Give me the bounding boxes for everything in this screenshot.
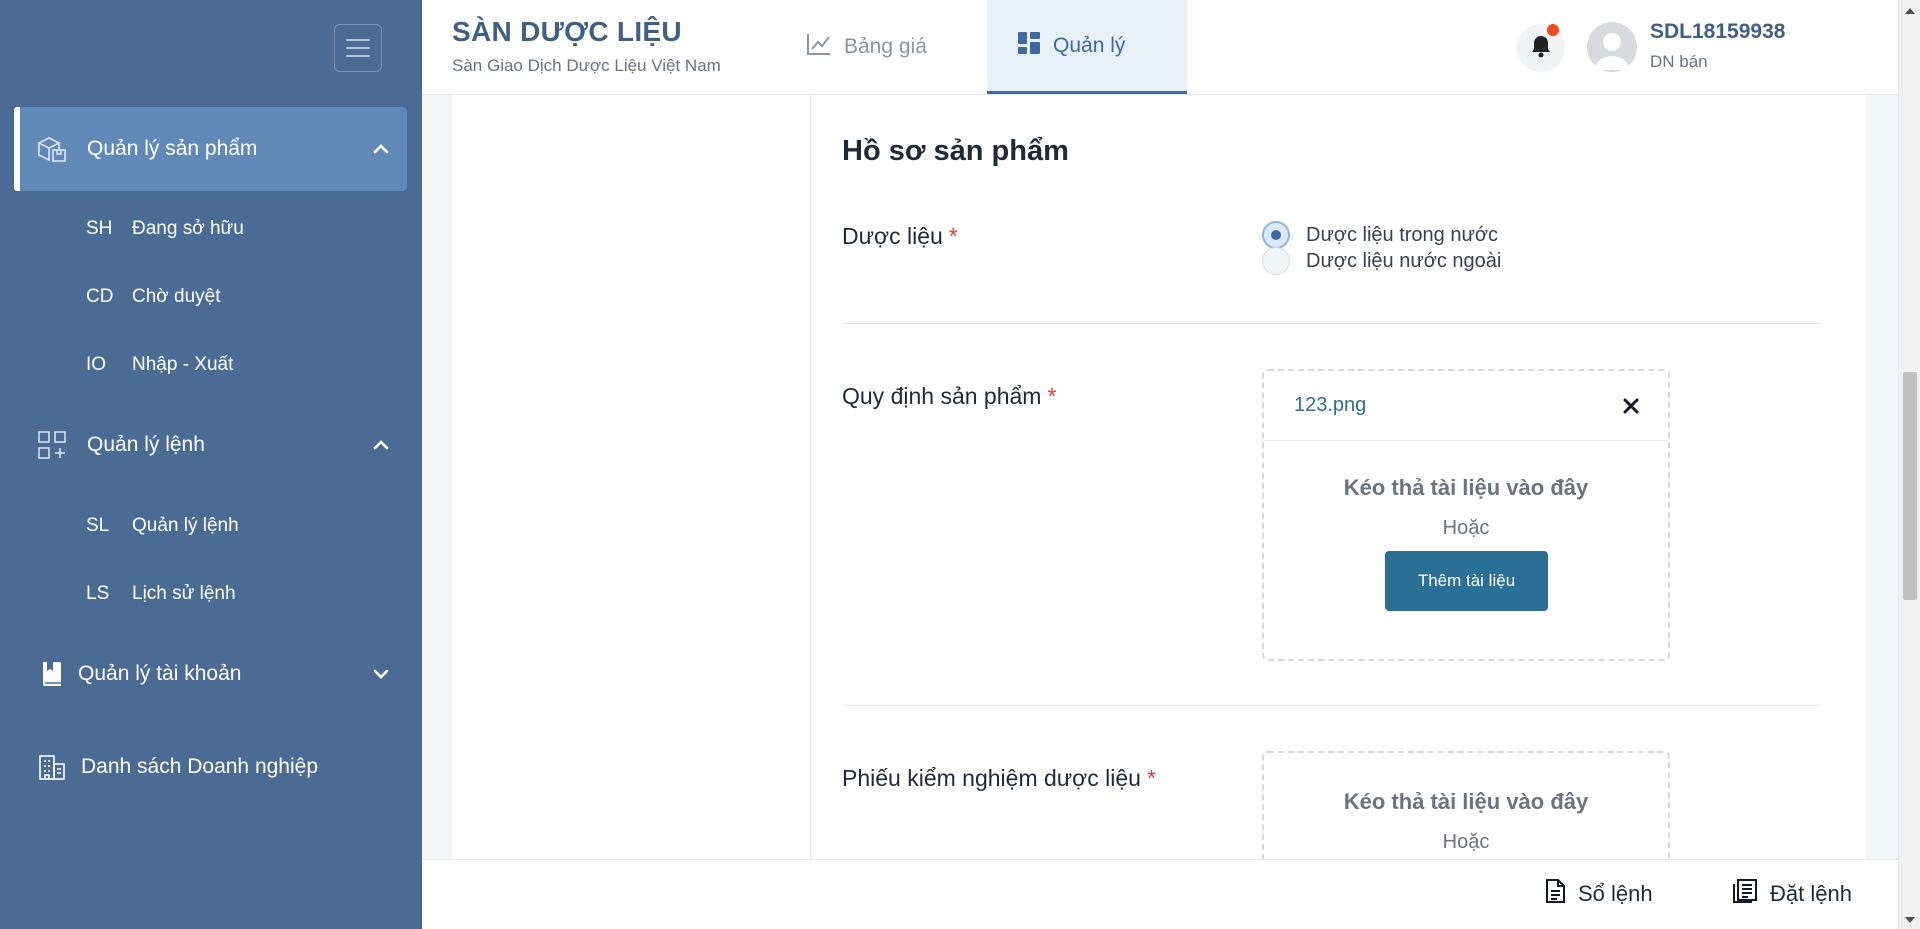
sidebar-item-code: CD (86, 286, 114, 307)
user-avatar-icon (1595, 33, 1629, 70)
section-title: Hồ sơ sản phẩm (842, 135, 1069, 167)
sidebar-item-code: SL (86, 515, 110, 536)
scroll-down-arrow-icon[interactable] (1904, 913, 1916, 925)
radio-foreign[interactable]: Dược liệu nước ngoài (1262, 247, 1501, 275)
sidebar-group-order-management[interactable]: Quản lý lệnh (14, 403, 407, 487)
place-order-button[interactable]: Đặt lệnh (1732, 878, 1852, 910)
or-text: Hoặc (1442, 517, 1490, 539)
radio-button[interactable] (1262, 247, 1290, 275)
or-text: Hoặc (1442, 831, 1490, 853)
order-book-label: Sổ lệnh (1578, 881, 1653, 906)
tab-price-board[interactable]: Bảng giá (776, 0, 957, 94)
notification-badge (1547, 24, 1559, 36)
menu-toggle-button[interactable] (334, 24, 382, 72)
test-certificate-dropzone[interactable]: Kéo thả tài liệu vào đây Hoặc (1262, 751, 1670, 859)
place-order-label: Đặt lệnh (1770, 881, 1852, 906)
uploaded-file-link[interactable]: 123.png (1294, 394, 1366, 417)
sidebar-item-import-export[interactable]: IO Nhập - Xuất (0, 345, 422, 385)
sidebar-item-owned[interactable]: SH Đang sở hữu (0, 209, 422, 249)
top-header: SÀN DƯỢC LIỆU Sàn Giao Dịch Dược Liệu Vi… (422, 0, 1898, 95)
sidebar-item-label: Quản lý lệnh (132, 515, 239, 536)
page-scrollbar[interactable] (1898, 0, 1920, 929)
boxes-icon (36, 133, 68, 165)
sidebar-group-account-management[interactable]: Quản lý tài khoản (14, 632, 407, 716)
radio-label: Dược liệu trong nước (1306, 223, 1498, 246)
radio-label: Dược liệu nước ngoài (1306, 249, 1502, 272)
order-book-button[interactable]: Sổ lệnh (1544, 878, 1653, 910)
sidebar-group-label: Quản lý sản phẩm (87, 137, 258, 160)
test-certificate-label: Phiếu kiểm nghiệm dược liệu * (842, 765, 1156, 792)
tab-label: Quản lý (1053, 33, 1126, 57)
required-mark: * (1146, 765, 1156, 791)
field-label-text: Phiếu kiểm nghiệm dược liệu (842, 765, 1141, 791)
uploaded-file-row: 123.png (1264, 371, 1668, 441)
sidebar-group-product-management[interactable]: Quản lý sản phẩm (14, 107, 407, 191)
field-label-text: Quy định sản phẩm (842, 383, 1042, 409)
sidebar-item-label: Lịch sử lệnh (132, 583, 236, 604)
sidebar-group-label: Danh sách Doanh nghiệp (81, 755, 319, 778)
bottom-bar: Sổ lệnh Đặt lệnh (422, 859, 1898, 929)
content-left-panel (452, 95, 811, 859)
chevron-up-icon (371, 435, 391, 455)
medicinal-type-label: Dược liệu * (842, 223, 958, 250)
add-document-button[interactable]: Thêm tài liệu (1385, 551, 1548, 611)
chevron-up-icon (371, 139, 391, 159)
sidebar-item-order-history[interactable]: LS Lịch sử lệnh (0, 574, 422, 614)
building-icon (36, 751, 68, 783)
field-label-text: Dược liệu (842, 223, 943, 249)
required-mark: * (1047, 383, 1057, 409)
tab-label: Bảng giá (844, 35, 927, 58)
sidebar-group-label: Quản lý tài khoản (78, 662, 242, 685)
sidebar-item-code: IO (86, 354, 107, 375)
divider (842, 323, 1822, 324)
radio-button-checked[interactable] (1262, 221, 1290, 249)
book-icon (36, 658, 68, 690)
product-profile-card: Hồ sơ sản phẩm Dược liệu * Dược liệu tron… (812, 95, 1866, 859)
regulation-label: Quy định sản phẩm * (842, 383, 1056, 410)
brand-title: SÀN DƯỢC LIỆU (452, 16, 682, 47)
drop-hint: Kéo thả tài liệu vào đây (1343, 475, 1589, 500)
hamburger-line (346, 47, 370, 49)
scroll-up-arrow-icon[interactable] (1904, 4, 1916, 16)
chevron-down-icon (371, 664, 391, 684)
sidebar-item-label: Chờ duyệt (132, 286, 221, 307)
divider (842, 705, 1822, 706)
hamburger-line (346, 39, 370, 41)
sidebar-item-pending[interactable]: CD Chờ duyệt (0, 277, 422, 317)
sidebar: Quản lý sản phẩm SH Đang sở hữu CD Chờ d… (0, 0, 422, 929)
scrollbar-thumb[interactable] (1903, 372, 1917, 600)
sidebar-item-label: Đang sở hữu (132, 218, 244, 239)
brand-subtitle: Sàn Giao Dịch Dược Liệu Việt Nam (452, 56, 721, 75)
sidebar-group-enterprise-list[interactable]: Danh sách Doanh nghiệp (14, 725, 407, 809)
notification-button[interactable] (1517, 24, 1565, 72)
sidebar-item-order-list[interactable]: SL Quản lý lệnh (0, 506, 422, 546)
bell-icon (1530, 34, 1552, 63)
regulation-dropzone[interactable]: 123.png Kéo thả tài liệu vào đây Hoặc Th… (1262, 369, 1670, 661)
user-role: DN bán (1650, 52, 1708, 71)
sidebar-item-label: Nhập - Xuất (132, 354, 234, 375)
radio-domestic[interactable]: Dược liệu trong nước (1262, 221, 1498, 249)
chart-line-icon (806, 32, 832, 62)
tab-management[interactable]: Quản lý (987, 0, 1187, 94)
dashboard-icon (1017, 31, 1041, 61)
sidebar-item-code: SH (86, 218, 113, 239)
required-mark: * (948, 223, 958, 249)
hamburger-line (346, 55, 370, 57)
drop-hint: Kéo thả tài liệu vào đây (1343, 789, 1589, 814)
document-icon (1544, 878, 1566, 910)
avatar[interactable] (1587, 22, 1637, 72)
sidebar-group-label: Quản lý lệnh (87, 433, 205, 456)
close-icon[interactable] (1622, 397, 1640, 415)
user-name: SDL18159938 (1650, 20, 1786, 43)
sidebar-item-code: LS (86, 583, 110, 604)
list-document-icon (1732, 878, 1758, 910)
grid-plus-icon (36, 429, 68, 461)
